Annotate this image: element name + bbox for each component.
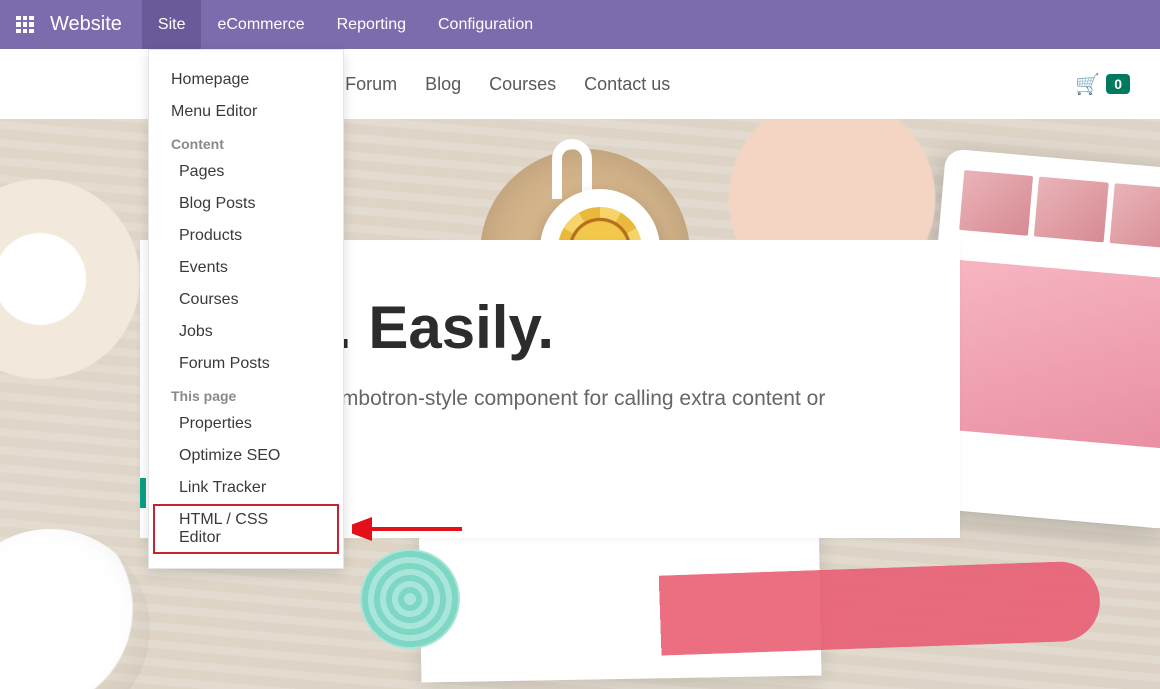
top-navbar: Website Site eCommerce Reporting Configu…	[0, 0, 1160, 49]
cart-button[interactable]: 🛒 0	[1075, 72, 1130, 97]
dd-courses[interactable]: Courses	[149, 284, 343, 316]
topnav-ecommerce[interactable]: eCommerce	[201, 0, 320, 49]
dd-section-content: Content	[149, 128, 343, 156]
dd-optimize-seo[interactable]: Optimize SEO	[149, 440, 343, 472]
dd-html-css-editor[interactable]: HTML / CSS Editor	[153, 504, 339, 554]
topnav-configuration[interactable]: Configuration	[422, 0, 549, 49]
dd-menu-editor[interactable]: Menu Editor	[149, 96, 343, 128]
site-dropdown-menu: Homepage Menu Editor Content Pages Blog …	[148, 49, 344, 569]
dd-products[interactable]: Products	[149, 220, 343, 252]
nav-forum[interactable]: Forum	[345, 74, 397, 95]
nav-contact[interactable]: Contact us	[584, 74, 670, 95]
nav-courses[interactable]: Courses	[489, 74, 556, 95]
dd-link-tracker[interactable]: Link Tracker	[149, 472, 343, 504]
dd-events[interactable]: Events	[149, 252, 343, 284]
topnav-reporting[interactable]: Reporting	[321, 0, 422, 49]
cart-count-badge: 0	[1106, 74, 1130, 94]
cart-icon: 🛒	[1075, 72, 1100, 97]
dd-blog-posts[interactable]: Blog Posts	[149, 188, 343, 220]
annotation-arrow	[352, 514, 472, 544]
nav-blog[interactable]: Blog	[425, 74, 461, 95]
dd-jobs[interactable]: Jobs	[149, 316, 343, 348]
dd-forum-posts[interactable]: Forum Posts	[149, 348, 343, 380]
cta-edge	[140, 478, 146, 508]
dd-pages[interactable]: Pages	[149, 156, 343, 188]
topnav-site[interactable]: Site	[142, 0, 202, 49]
dd-properties[interactable]: Properties	[149, 408, 343, 440]
arrow-icon	[352, 514, 472, 544]
dd-homepage[interactable]: Homepage	[149, 64, 343, 96]
dd-section-this-page: This page	[149, 380, 343, 408]
module-title[interactable]: Website	[50, 13, 122, 36]
apps-grid-icon[interactable]	[0, 0, 50, 49]
